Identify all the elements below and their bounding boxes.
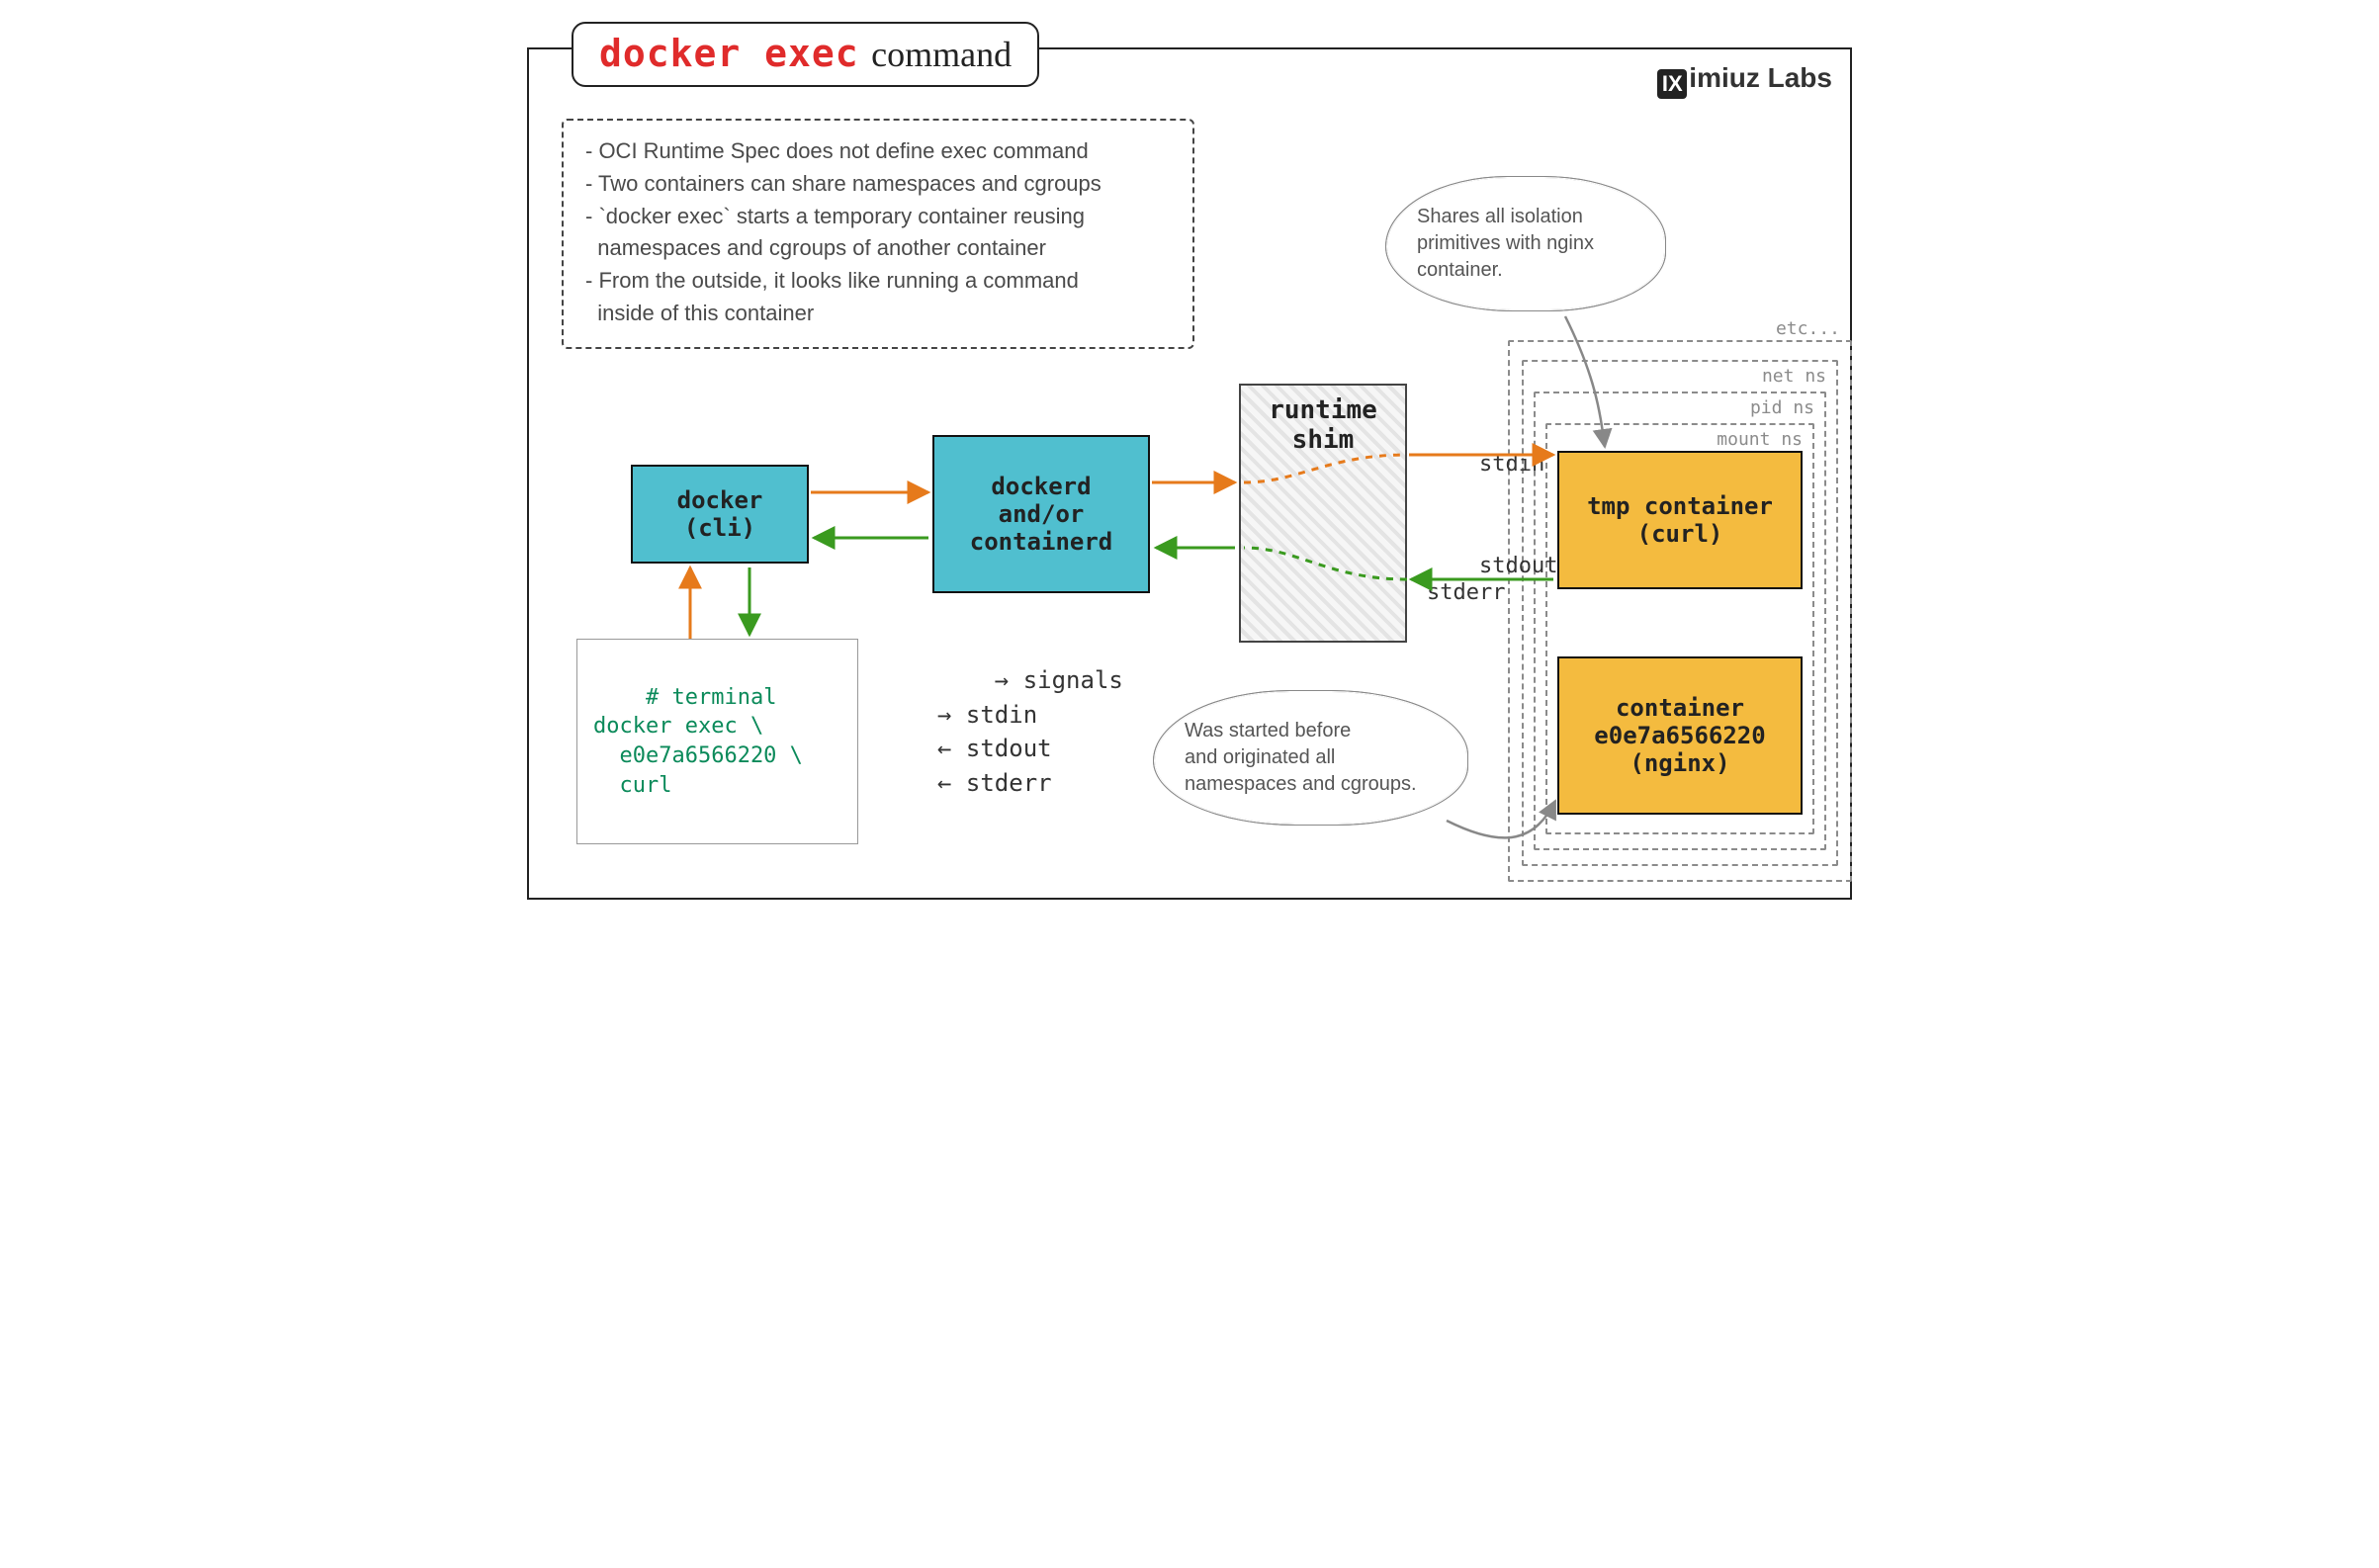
stdin-label: stdin bbox=[1427, 427, 1544, 501]
ns-mount-label: mount ns bbox=[1717, 429, 1803, 450]
runtime-shim-box: runtime shim bbox=[1239, 384, 1407, 643]
ns-etc-label: etc... bbox=[1776, 318, 1840, 339]
docker-cli-box: docker (cli) bbox=[631, 465, 809, 564]
tmp-container-text: tmp container (curl) bbox=[1587, 492, 1773, 548]
note-line: - `docker exec` starts a temporary conta… bbox=[585, 202, 1171, 232]
branding: IXimiuz Labs bbox=[1657, 62, 1832, 99]
stdout-label: stdout stderr bbox=[1427, 528, 1557, 633]
diagram-canvas: docker exec command IXimiuz Labs - OCI R… bbox=[517, 20, 1862, 910]
terminal-box: # terminal docker exec \ e0e7a6566220 \ … bbox=[576, 639, 858, 844]
title-suffix: command bbox=[871, 35, 1012, 74]
title-badge: docker exec command bbox=[572, 22, 1039, 87]
terminal-text: # terminal docker exec \ e0e7a6566220 \ … bbox=[593, 685, 803, 798]
ns-pid-label: pid ns bbox=[1750, 397, 1814, 418]
cloud-top-text: Shares all isolation primitives with ngi… bbox=[1417, 206, 1594, 281]
nginx-container-text: container e0e7a6566220 (nginx) bbox=[1594, 694, 1765, 777]
note-line: - Two containers can share namespaces an… bbox=[585, 169, 1171, 200]
dockerd-box: dockerd and/or containerd bbox=[932, 435, 1150, 593]
cloud-shares-isolation: Shares all isolation primitives with ngi… bbox=[1387, 178, 1664, 309]
brand-icon: IX bbox=[1657, 69, 1687, 99]
runtime-shim-text: runtime shim bbox=[1269, 395, 1377, 455]
cloud-started-before: Was started before and originated all na… bbox=[1155, 692, 1466, 824]
signals-list: → signals → stdin ← stdout ← stderr bbox=[937, 629, 1123, 835]
note-line: - From the outside, it looks like runnin… bbox=[585, 266, 1171, 297]
signals-text: → signals → stdin ← stdout ← stderr bbox=[937, 666, 1123, 797]
note-line: namespaces and cgroups of another contai… bbox=[585, 233, 1171, 264]
ns-net-label: net ns bbox=[1762, 366, 1826, 387]
cloud-bottom-text: Was started before and originated all na… bbox=[1185, 720, 1417, 795]
dockerd-text: dockerd and/or containerd bbox=[970, 473, 1113, 556]
notes-box: - OCI Runtime Spec does not define exec … bbox=[562, 119, 1194, 349]
nginx-container-box: container e0e7a6566220 (nginx) bbox=[1557, 656, 1803, 815]
brand-text: imiuz Labs bbox=[1689, 62, 1832, 93]
title-code: docker exec bbox=[599, 32, 859, 75]
note-line: - OCI Runtime Spec does not define exec … bbox=[585, 136, 1171, 167]
tmp-container-box: tmp container (curl) bbox=[1557, 451, 1803, 589]
note-line: inside of this container bbox=[585, 299, 1171, 329]
docker-cli-text: docker (cli) bbox=[677, 486, 763, 542]
